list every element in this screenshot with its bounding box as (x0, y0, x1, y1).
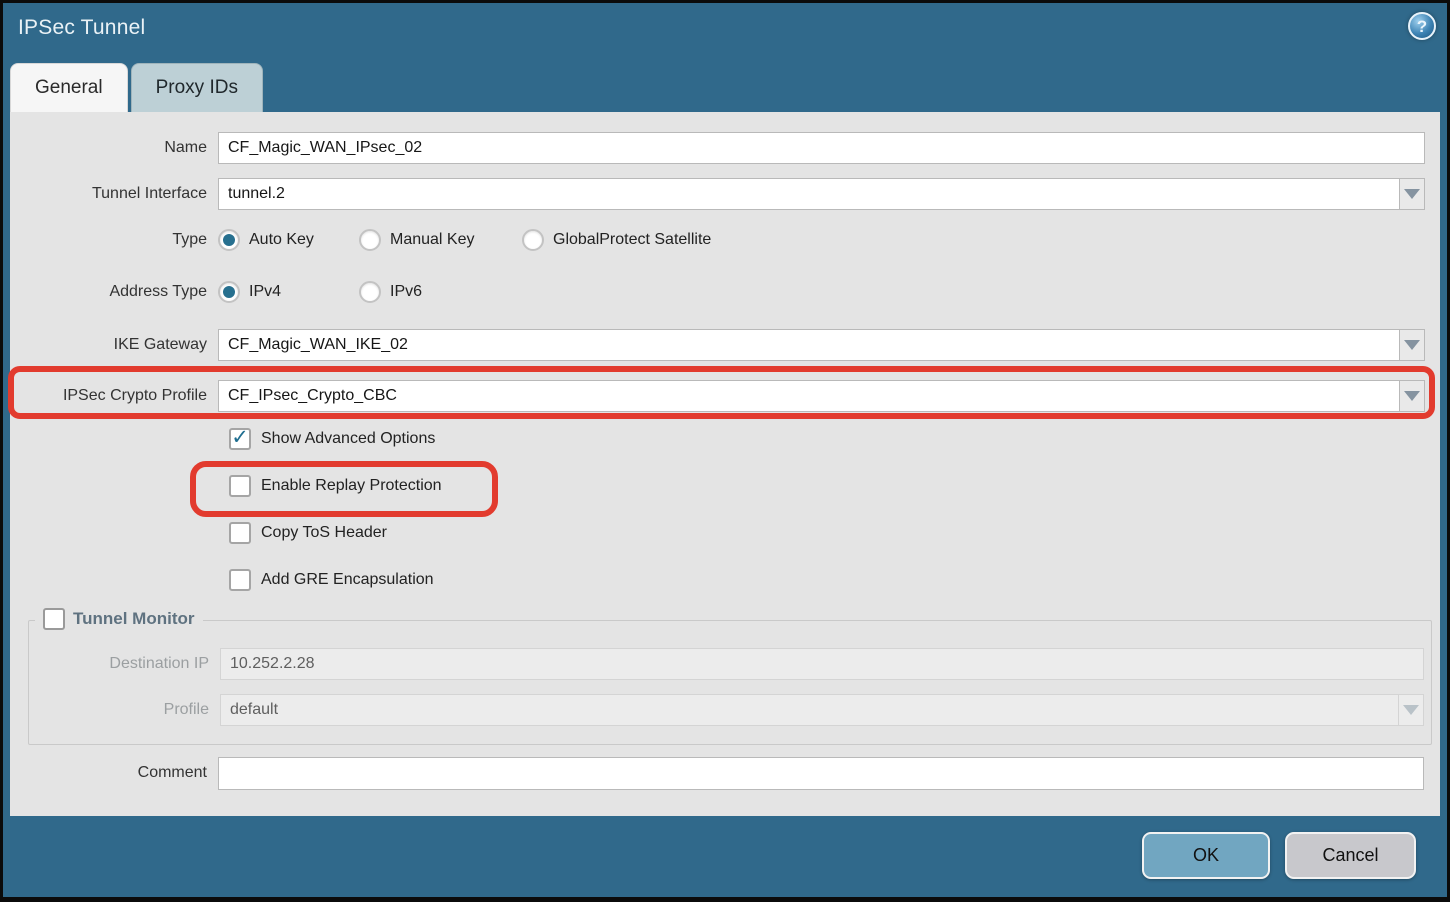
tunnel-interface-input[interactable] (218, 178, 1399, 210)
destination-ip-row: Destination IP (29, 648, 1424, 680)
show-advanced-options-checkbox[interactable] (229, 428, 251, 450)
tunnel-monitor-checkbox[interactable] (43, 608, 65, 630)
copy-tos-header-checkbox[interactable] (229, 522, 251, 544)
chevron-down-icon (1404, 340, 1420, 350)
show-advanced-options-label: Show Advanced Options (261, 430, 435, 448)
comment-row: Comment (10, 757, 1424, 789)
show-advanced-options-row: Show Advanced Options (229, 427, 435, 451)
add-gre-encapsulation-checkbox[interactable] (229, 569, 251, 591)
tab-bar: General Proxy IDs (10, 63, 263, 112)
ike-gateway-row: IKE Gateway (10, 329, 1425, 361)
address-type-label: Address Type (10, 283, 207, 301)
ipv4-radio[interactable] (218, 281, 240, 303)
monitor-profile-input (220, 694, 1398, 726)
type-radio-group: Auto Key Manual Key GlobalProtect Satell… (218, 229, 711, 251)
help-icon[interactable]: ? (1408, 12, 1436, 40)
tab-general[interactable]: General (10, 63, 128, 112)
chevron-down-icon (1404, 391, 1420, 401)
ipsec-crypto-profile-combo (218, 380, 1425, 412)
chevron-down-icon (1403, 705, 1419, 715)
ipv4-label: IPv4 (249, 283, 281, 301)
ipv6-radio[interactable] (359, 281, 381, 303)
help-question-glyph: ? (1417, 18, 1427, 35)
monitor-profile-combo (220, 694, 1424, 726)
ipsec-crypto-profile-dropdown-button[interactable] (1399, 380, 1425, 412)
address-type-row: Address Type IPv4 IPv6 (10, 279, 422, 305)
manual-key-label: Manual Key (390, 231, 475, 249)
destination-ip-input (220, 648, 1424, 680)
tab-proxy-ids[interactable]: Proxy IDs (131, 63, 263, 112)
ike-gateway-dropdown-button[interactable] (1399, 329, 1425, 361)
manual-key-radio[interactable] (359, 229, 381, 251)
add-gre-encapsulation-label: Add GRE Encapsulation (261, 571, 434, 589)
ok-button[interactable]: OK (1142, 832, 1270, 879)
add-gre-encapsulation-row: Add GRE Encapsulation (229, 568, 434, 592)
ipsec-crypto-profile-input[interactable] (218, 380, 1399, 412)
general-tab-panel: Name Tunnel Interface Type Auto Key (10, 112, 1440, 816)
cancel-button[interactable]: Cancel (1285, 832, 1416, 879)
ipsec-crypto-profile-label: IPSec Crypto Profile (10, 387, 207, 405)
tunnel-monitor-label: Tunnel Monitor (73, 609, 195, 629)
copy-tos-header-label: Copy ToS Header (261, 524, 387, 542)
monitor-profile-row: Profile (29, 694, 1424, 726)
address-type-radio-group: IPv4 IPv6 (218, 281, 422, 303)
globalprotect-satellite-label: GlobalProtect Satellite (553, 231, 711, 249)
tunnel-interface-label: Tunnel Interface (10, 185, 207, 203)
monitor-profile-dropdown-button (1398, 694, 1424, 726)
ike-gateway-combo (218, 329, 1425, 361)
tunnel-interface-row: Tunnel Interface (10, 178, 1425, 210)
tunnel-interface-dropdown-button[interactable] (1399, 178, 1425, 210)
destination-ip-label: Destination IP (29, 655, 209, 673)
comment-label: Comment (10, 764, 207, 782)
enable-replay-protection-checkbox[interactable] (229, 475, 251, 497)
enable-replay-protection-label: Enable Replay Protection (261, 477, 442, 495)
ipsec-crypto-profile-row: IPSec Crypto Profile (10, 380, 1425, 412)
comment-input[interactable] (218, 757, 1424, 790)
type-label: Type (10, 231, 207, 249)
tunnel-monitor-legend: Tunnel Monitor (35, 608, 203, 630)
name-label: Name (10, 139, 207, 157)
auto-key-label: Auto Key (249, 231, 314, 249)
tunnel-interface-combo (218, 178, 1425, 210)
name-row: Name (10, 132, 1425, 164)
ike-gateway-input[interactable] (218, 329, 1399, 361)
copy-tos-header-row: Copy ToS Header (229, 521, 387, 545)
ipv6-label: IPv6 (390, 283, 422, 301)
dialog-title: IPSec Tunnel (18, 16, 145, 40)
tunnel-monitor-fieldset: Tunnel Monitor Destination IP Profile (28, 620, 1432, 745)
chevron-down-icon (1404, 189, 1420, 199)
globalprotect-satellite-radio[interactable] (522, 229, 544, 251)
monitor-profile-label: Profile (29, 701, 209, 719)
auto-key-radio[interactable] (218, 229, 240, 251)
enable-replay-protection-row: Enable Replay Protection (229, 474, 442, 498)
name-input[interactable] (218, 132, 1425, 164)
ipsec-tunnel-dialog: IPSec Tunnel ? General Proxy IDs Name Tu… (3, 3, 1447, 897)
type-row: Type Auto Key Manual Key GlobalProtect S… (10, 227, 711, 253)
ike-gateway-label: IKE Gateway (10, 336, 207, 354)
